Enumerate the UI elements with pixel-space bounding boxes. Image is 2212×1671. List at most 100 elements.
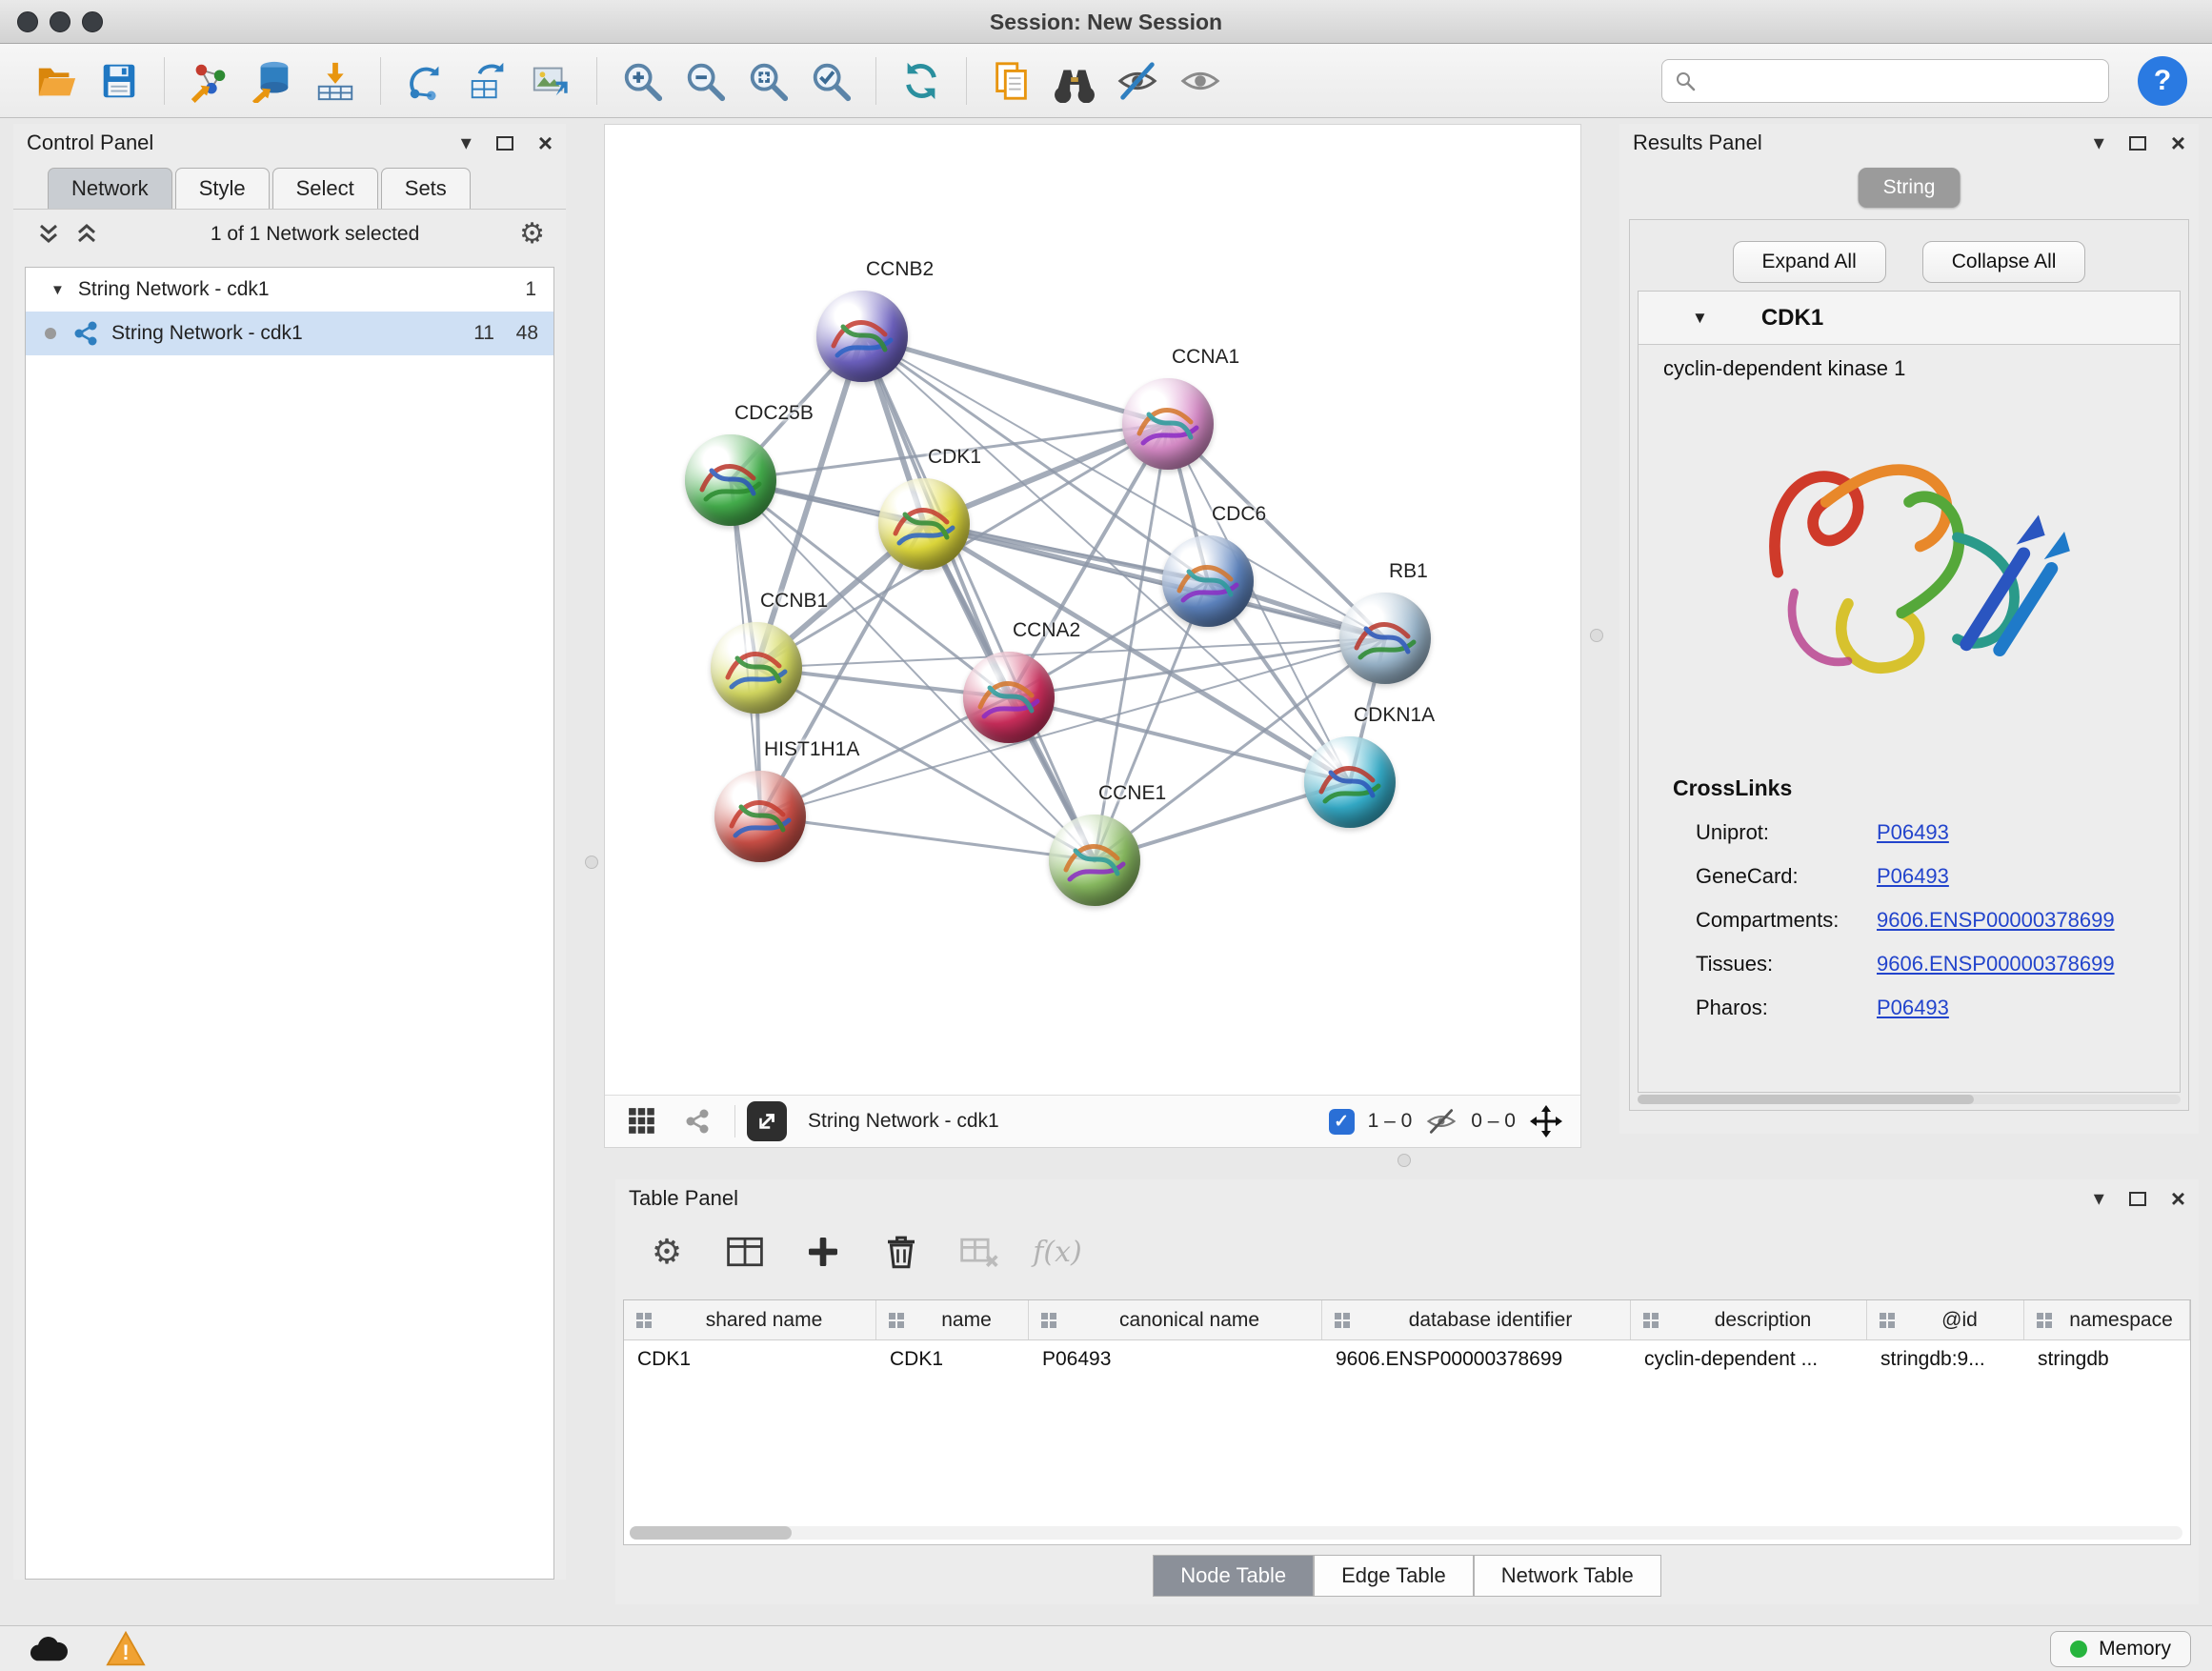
column-header-canonical-name[interactable]: canonical name (1029, 1300, 1322, 1339)
hide-graphics-details-button[interactable] (1110, 53, 1165, 109)
zoom-in-icon (620, 59, 664, 103)
network-node-rb1[interactable] (1339, 593, 1431, 684)
search-network-button[interactable] (1047, 53, 1102, 109)
column-header-description[interactable]: description (1631, 1300, 1867, 1339)
section-expander-icon[interactable]: ▼ (1692, 309, 1708, 328)
close-panel-icon[interactable]: × (2171, 132, 2185, 153)
crosslink-genecard-link[interactable]: P06493 (1877, 864, 1949, 889)
open-in-new-window-button[interactable] (747, 1101, 787, 1141)
network-node-ccna2[interactable] (963, 652, 1055, 743)
zoom-in-button[interactable] (614, 53, 670, 109)
warnings-button[interactable]: ! (99, 1630, 152, 1668)
table-options-gear-icon[interactable]: ⚙ (644, 1229, 690, 1275)
clone-network-button[interactable] (461, 53, 516, 109)
network-node-cdkn1a[interactable] (1304, 736, 1396, 828)
crosslink-tissues-link[interactable]: 9606.ENSP00000378699 (1877, 952, 2115, 976)
float-panel-icon[interactable] (2129, 136, 2146, 151)
tab-select[interactable]: Select (272, 168, 378, 209)
network-node-ccnb1[interactable] (711, 622, 802, 714)
network-node-ccna1[interactable] (1122, 378, 1214, 470)
cell-namespace[interactable]: stringdb (2024, 1340, 2190, 1380)
close-panel-icon[interactable]: × (538, 132, 553, 153)
table-horizontal-scrollbar[interactable] (630, 1526, 2182, 1540)
network-row-selected[interactable]: String Network - cdk1 11 48 (26, 312, 553, 355)
float-panel-icon[interactable] (2129, 1192, 2146, 1206)
copy-document-button[interactable] (984, 53, 1039, 109)
memory-button[interactable]: Memory (2050, 1631, 2191, 1667)
expand-all-button[interactable]: Expand All (1733, 241, 1886, 283)
column-header-shared-name[interactable]: shared name (624, 1300, 876, 1339)
show-columns-button[interactable] (722, 1229, 768, 1275)
expand-all-tree-icon[interactable] (72, 220, 101, 249)
column-header-database-identifier[interactable]: database identifier (1322, 1300, 1631, 1339)
crosslink-compartments-link[interactable]: 9606.ENSP00000378699 (1877, 908, 2115, 933)
pan-move-icon[interactable] (1529, 1104, 1563, 1138)
network-node-cdk1[interactable] (878, 478, 970, 570)
network-options-gear-icon[interactable]: ⚙ (519, 217, 545, 251)
crosslink-pharos-link[interactable]: P06493 (1877, 996, 1949, 1020)
show-graphics-details-button[interactable] (1173, 53, 1228, 109)
search-input[interactable] (1697, 70, 2097, 92)
footer-separator (734, 1105, 735, 1137)
help-button[interactable]: ? (2138, 56, 2187, 106)
tab-network-table[interactable]: Network Table (1474, 1555, 1661, 1597)
tab-network[interactable]: Network (48, 168, 172, 209)
new-network-button[interactable] (398, 53, 453, 109)
cell-description[interactable]: cyclin-dependent ... (1631, 1340, 1867, 1380)
scrollbar-thumb[interactable] (630, 1526, 792, 1540)
delete-table-button-disabled[interactable] (956, 1229, 1002, 1275)
crosslink-uniprot-link[interactable]: P06493 (1877, 820, 1949, 845)
refresh-view-button[interactable] (894, 53, 949, 109)
selected-nodes-edges-counter: 1 – 0 (1368, 1110, 1413, 1133)
tree-expander-icon[interactable]: ▼ (50, 282, 65, 298)
results-horizontal-scrollbar[interactable] (1638, 1095, 2181, 1104)
delete-column-button[interactable] (878, 1229, 924, 1275)
panel-menu-icon[interactable]: ▾ (2094, 1188, 2104, 1209)
network-node-cdc25b[interactable] (685, 434, 776, 526)
network-collection-row[interactable]: ▼ String Network - cdk1 1 (26, 268, 553, 312)
cell-shared-name[interactable]: CDK1 (624, 1340, 876, 1380)
panel-menu-icon[interactable]: ▾ (461, 132, 472, 153)
network-node-ccne1[interactable] (1049, 815, 1140, 906)
collapse-all-tree-icon[interactable] (34, 220, 63, 249)
import-network-database-button[interactable] (245, 53, 300, 109)
network-overview-button[interactable] (677, 1101, 717, 1141)
column-header-name[interactable]: name (876, 1300, 1029, 1339)
tab-string[interactable]: String (1859, 168, 1961, 208)
save-session-button[interactable] (91, 53, 147, 109)
birds-eye-view-button[interactable] (622, 1101, 662, 1141)
splitter-handle[interactable] (1590, 629, 1603, 642)
panel-menu-icon[interactable]: ▾ (2094, 132, 2104, 153)
column-header-namespace[interactable]: namespace (2024, 1300, 2190, 1339)
cell-name[interactable]: CDK1 (876, 1340, 1029, 1380)
import-table-button[interactable] (308, 53, 363, 109)
import-network-file-button[interactable] (182, 53, 237, 109)
network-canvas[interactable]: CCNB2CCNA1CDC25BCDK1CDC6RB1CCNB1CCNA2CDK… (605, 125, 1580, 1095)
network-node-hist1h1a[interactable] (714, 771, 806, 862)
tab-style[interactable]: Style (175, 168, 270, 209)
cell-database-identifier[interactable]: 9606.ENSP00000378699 (1322, 1340, 1631, 1380)
collapse-all-button[interactable]: Collapse All (1922, 241, 2086, 283)
network-node-cdc6[interactable] (1162, 535, 1254, 627)
splitter-handle[interactable] (585, 856, 598, 869)
cloud-status-button[interactable] (21, 1630, 74, 1668)
close-panel-icon[interactable]: × (2171, 1188, 2185, 1209)
create-column-button[interactable] (800, 1229, 846, 1275)
float-panel-icon[interactable] (496, 136, 513, 151)
zoom-selected-button[interactable] (803, 53, 858, 109)
cell-canonical-name[interactable]: P06493 (1029, 1340, 1322, 1380)
splitter-handle[interactable] (1398, 1154, 1411, 1167)
tab-sets[interactable]: Sets (381, 168, 471, 209)
zoom-fit-button[interactable] (740, 53, 795, 109)
table-row[interactable]: CDK1 CDK1 P06493 9606.ENSP00000378699 cy… (624, 1340, 2190, 1380)
tab-node-table[interactable]: Node Table (1153, 1555, 1314, 1597)
zoom-out-button[interactable] (677, 53, 733, 109)
node-section-header[interactable]: ▼ CDK1 (1639, 292, 2180, 345)
open-session-button[interactable] (29, 53, 84, 109)
tab-edge-table[interactable]: Edge Table (1314, 1555, 1474, 1597)
network-node-ccnb2[interactable] (816, 291, 908, 382)
export-image-button[interactable] (524, 53, 579, 109)
column-header-id[interactable]: @id (1867, 1300, 2024, 1339)
function-builder-button-disabled[interactable]: f(x) (1035, 1229, 1080, 1275)
cell-id[interactable]: stringdb:9... (1867, 1340, 2024, 1380)
